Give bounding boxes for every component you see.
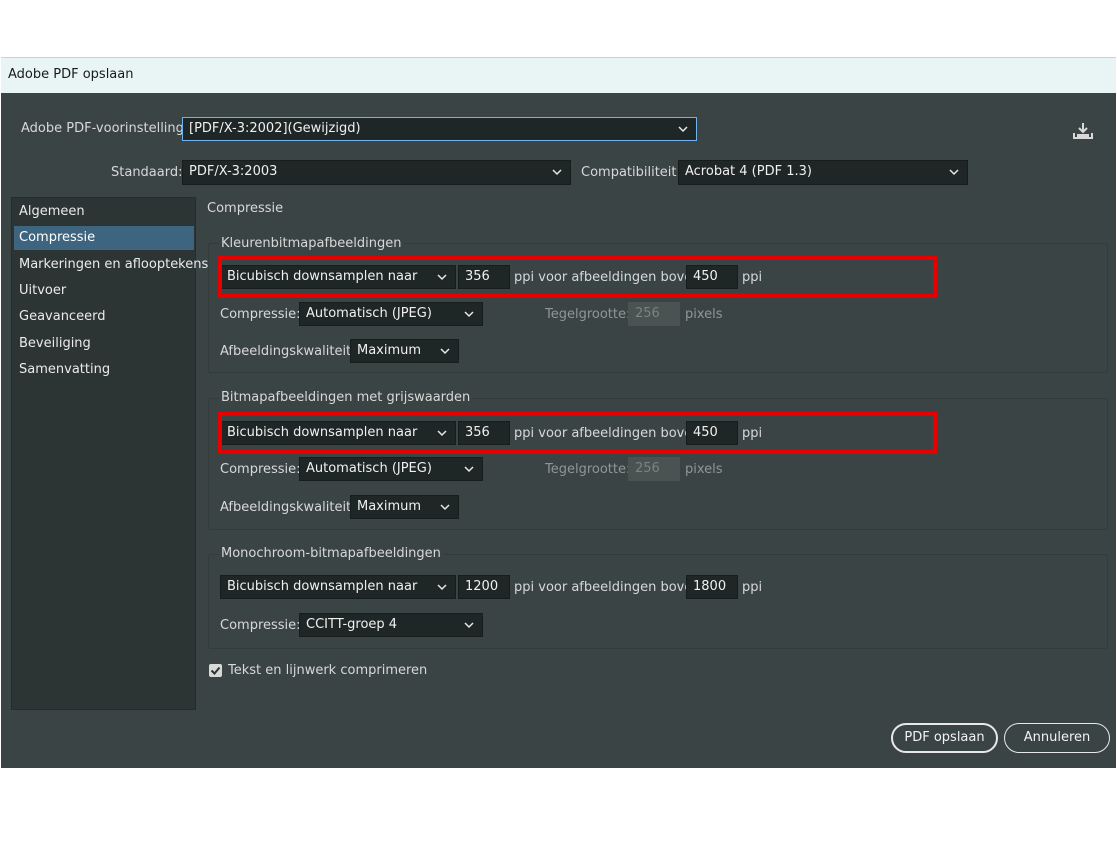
window-titlebar: Adobe PDF opslaan — [1, 57, 1116, 93]
mono-compression-value: CCITT-groep 4 — [306, 617, 398, 632]
sidebar-item-markeringen[interactable]: Markeringen en aflooptekens — [17, 253, 208, 277]
chevron-down-icon — [464, 614, 474, 629]
gray-tile-input[interactable]: 256 — [628, 457, 680, 481]
mono-group-title: Monochroom-bitmapafbeeldingen — [219, 546, 443, 561]
gray-compression-label: Compressie: — [220, 462, 301, 477]
color-compression-label: Compressie: — [220, 307, 301, 322]
standard-value: PDF/X-3:2003 — [189, 164, 278, 179]
window-title: Adobe PDF opslaan — [8, 67, 134, 82]
chevron-down-icon — [678, 118, 688, 133]
compatibility-value: Acrobat 4 (PDF 1.3) — [685, 164, 812, 179]
chevron-down-icon — [440, 340, 450, 355]
chevron-down-icon — [949, 161, 959, 176]
panel-title: Compressie — [207, 201, 284, 216]
cancel-button[interactable]: Annuleren — [1004, 723, 1110, 753]
color-quality-label: Afbeeldingskwaliteit: — [220, 344, 356, 359]
highlight-box — [218, 256, 937, 298]
gray-quality-dropdown[interactable]: Maximum — [350, 495, 459, 519]
preset-label: Adobe PDF-voorinstelling: — [21, 121, 189, 136]
text-compress-checkbox[interactable] — [209, 664, 222, 677]
color-quality-dropdown[interactable]: Maximum — [350, 339, 459, 363]
compatibility-dropdown[interactable]: Acrobat 4 (PDF 1.3) — [678, 160, 968, 185]
save-preset-icon[interactable] — [1073, 122, 1095, 142]
chevron-down-icon — [440, 496, 450, 511]
mono-downsample-dropdown[interactable]: Bicubisch downsamplen naar — [220, 575, 456, 599]
chevron-down-icon — [552, 161, 562, 176]
sidebar-item-samenvatting[interactable]: Samenvatting — [17, 358, 195, 382]
chevron-down-icon — [464, 458, 474, 473]
compatibility-label: Compatibiliteit: — [581, 165, 681, 180]
mono-above-label: ppi voor afbeeldingen boven — [514, 580, 701, 595]
mono-ppi-unit: ppi — [742, 580, 763, 595]
highlight-box — [218, 412, 937, 454]
mono-above-input[interactable]: 1800 — [686, 575, 738, 599]
color-tile-label: Tegelgrootte: — [545, 307, 631, 322]
sidebar-item-algemeen[interactable]: Algemeen — [17, 200, 195, 224]
sidebar-item-compressie[interactable]: Compressie — [14, 226, 194, 250]
mono-compression-label: Compressie: — [220, 618, 301, 633]
color-tile-unit: pixels — [685, 307, 723, 322]
gray-tile-unit: pixels — [685, 462, 723, 477]
gray-quality-value: Maximum — [357, 499, 422, 514]
chevron-down-icon — [437, 576, 447, 591]
sidebar-item-geavanceerd[interactable]: Geavanceerd — [17, 305, 195, 329]
mono-compression-dropdown[interactable]: CCITT-groep 4 — [299, 613, 483, 637]
color-compression-value: Automatisch (JPEG) — [306, 306, 432, 321]
preset-dropdown[interactable]: [PDF/X-3:2002](Gewijzigd) — [182, 117, 697, 141]
save-pdf-button[interactable]: PDF opslaan — [891, 723, 998, 753]
sidebar-item-uitvoer[interactable]: Uitvoer — [17, 279, 195, 303]
standard-label: Standaard: — [111, 165, 183, 180]
checkmark-icon — [210, 666, 221, 675]
mono-downsample-value: Bicubisch downsamplen naar — [227, 579, 418, 594]
color-quality-value: Maximum — [357, 343, 422, 358]
gray-group-title: Bitmapafbeeldingen met grijswaarden — [219, 390, 473, 405]
gray-tile-label: Tegelgrootte: — [545, 462, 631, 477]
text-compress-label: Tekst en lijnwerk comprimeren — [228, 663, 428, 678]
preset-value: [PDF/X-3:2002](Gewijzigd) — [189, 121, 361, 136]
gray-quality-label: Afbeeldingskwaliteit: — [220, 500, 356, 515]
sidebar-item-beveiliging[interactable]: Beveiliging — [17, 332, 195, 356]
color-compression-dropdown[interactable]: Automatisch (JPEG) — [299, 302, 483, 326]
standard-dropdown[interactable]: PDF/X-3:2003 — [182, 160, 571, 185]
mono-ppi-input[interactable]: 1200 — [458, 575, 510, 599]
color-tile-input[interactable]: 256 — [628, 302, 680, 326]
save-pdf-dialog: Adobe PDF-voorinstelling: [PDF/X-3:2002]… — [1, 93, 1116, 768]
color-group-title: Kleurenbitmapafbeeldingen — [219, 236, 404, 251]
chevron-down-icon — [464, 303, 474, 318]
gray-compression-value: Automatisch (JPEG) — [306, 461, 432, 476]
sidebar: Algemeen Compressie Markeringen en afloo… — [11, 197, 208, 710]
gray-compression-dropdown[interactable]: Automatisch (JPEG) — [299, 457, 483, 481]
